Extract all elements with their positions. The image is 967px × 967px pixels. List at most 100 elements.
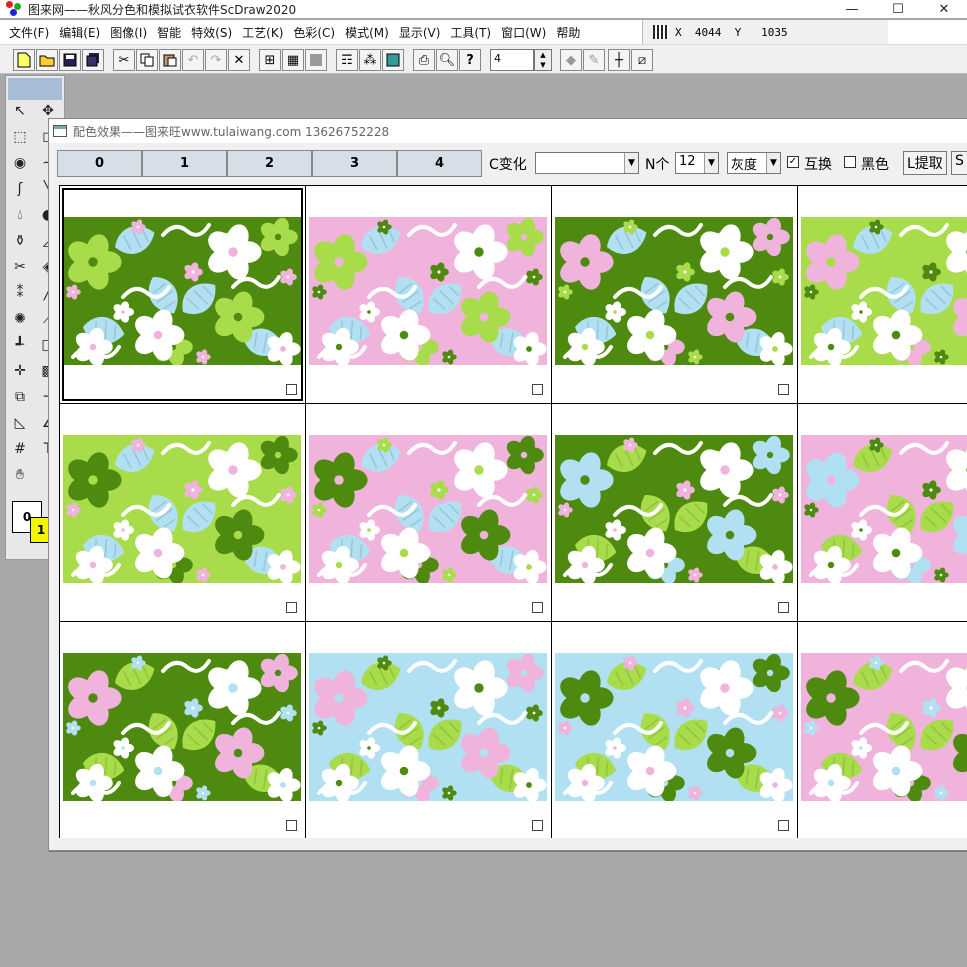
- print-preview-icon[interactable]: 🔍︎: [436, 49, 458, 71]
- close-button[interactable]: ✕: [921, 0, 967, 18]
- color-variant-cell[interactable]: [306, 186, 552, 404]
- crosshair-icon[interactable]: ┼: [608, 49, 630, 71]
- pattern-preview[interactable]: [309, 217, 547, 365]
- minimize-button[interactable]: —: [829, 0, 875, 18]
- color-variant-cell[interactable]: [552, 622, 798, 838]
- variant-checkbox[interactable]: [778, 384, 789, 395]
- pin-icon[interactable]: ┹: [10, 334, 30, 356]
- maximize-button[interactable]: ☐: [875, 0, 921, 18]
- c-change-select[interactable]: ▼: [535, 152, 639, 174]
- segment-2[interactable]: 2: [227, 150, 312, 177]
- move-cross-icon[interactable]: ✛: [10, 360, 30, 382]
- filter-icon[interactable]: ☶: [336, 49, 358, 71]
- print-icon[interactable]: ⎙: [413, 49, 435, 71]
- copy-icon[interactable]: [136, 49, 158, 71]
- child-title-bar[interactable]: 配色效果——图来旺www.tulaiwang.com 13626752228: [49, 119, 967, 143]
- ruler-icon[interactable]: ◺: [10, 412, 30, 434]
- menu-craft[interactable]: 工艺(K): [237, 24, 288, 41]
- segment-0[interactable]: 0: [57, 150, 142, 177]
- scatter-icon[interactable]: ⁂: [359, 49, 381, 71]
- s-button[interactable]: S: [951, 151, 967, 175]
- eye-icon[interactable]: ◉: [10, 152, 30, 174]
- pattern-preview[interactable]: [555, 653, 793, 801]
- extract-button[interactable]: L提取: [903, 151, 947, 175]
- color-variant-cell[interactable]: [306, 404, 552, 622]
- save-all-icon[interactable]: [82, 49, 104, 71]
- monitor-icon[interactable]: [382, 49, 404, 71]
- variant-checkbox[interactable]: [286, 384, 297, 395]
- redo-icon[interactable]: ↷: [205, 49, 227, 71]
- menu-window[interactable]: 窗口(W): [496, 24, 551, 41]
- size-spinner[interactable]: ▲ ▼: [534, 49, 552, 71]
- stamp-icon[interactable]: ⚱: [10, 230, 30, 252]
- color-variant-cell[interactable]: [60, 622, 306, 838]
- pattern-preview[interactable]: [801, 435, 967, 583]
- pattern-preview[interactable]: [63, 217, 301, 365]
- size-input[interactable]: 4: [490, 49, 534, 71]
- pattern-preview[interactable]: [801, 217, 967, 365]
- color-variant-cell[interactable]: [552, 186, 798, 404]
- black-checkbox[interactable]: [844, 156, 856, 168]
- menu-file[interactable]: 文件(F): [4, 24, 54, 41]
- segment-1[interactable]: 1: [142, 150, 227, 177]
- pattern-preview[interactable]: [63, 653, 301, 801]
- menu-color[interactable]: 色彩(C): [288, 24, 340, 41]
- color-variant-cell[interactable]: [60, 186, 306, 404]
- variant-checkbox[interactable]: [532, 602, 543, 613]
- menu-effects[interactable]: 特效(S): [186, 24, 237, 41]
- variant-checkbox[interactable]: [532, 820, 543, 831]
- color-variant-cell[interactable]: [306, 622, 552, 838]
- pen-curve-icon[interactable]: ʃ: [10, 178, 30, 200]
- fill-icon[interactable]: [305, 49, 327, 71]
- no-select-icon[interactable]: ⧄: [631, 49, 653, 71]
- paste-icon[interactable]: [159, 49, 181, 71]
- hand-icon[interactable]: ✋︎: [10, 464, 30, 486]
- pattern-preview[interactable]: [309, 435, 547, 583]
- select-arrow-icon[interactable]: ↖: [10, 100, 30, 122]
- delete-icon[interactable]: ✕: [228, 49, 250, 71]
- hash-grid-icon[interactable]: #: [10, 438, 30, 460]
- swap-checkbox[interactable]: ✓: [787, 156, 799, 168]
- pattern-preview[interactable]: [555, 217, 793, 365]
- tool-palette-header[interactable]: [8, 78, 62, 100]
- variant-checkbox[interactable]: [778, 602, 789, 613]
- pattern-preview[interactable]: [555, 435, 793, 583]
- eraser-icon[interactable]: ◆: [560, 49, 582, 71]
- pencil-icon[interactable]: ✎: [583, 49, 605, 71]
- variant-checkbox[interactable]: [532, 384, 543, 395]
- variant-checkbox[interactable]: [286, 820, 297, 831]
- save-icon[interactable]: [59, 49, 81, 71]
- menu-tools[interactable]: 工具(T): [445, 24, 496, 41]
- undo-icon[interactable]: ↶: [182, 49, 204, 71]
- color-variant-cell[interactable]: [552, 404, 798, 622]
- segment-4[interactable]: 4: [397, 150, 482, 177]
- color-variant-cell[interactable]: [798, 622, 967, 838]
- cut-icon[interactable]: ✂: [113, 49, 135, 71]
- menu-image[interactable]: 图像(I): [105, 24, 152, 41]
- pattern-preview[interactable]: [63, 435, 301, 583]
- menu-mode[interactable]: 模式(M): [340, 24, 394, 41]
- pattern-preview[interactable]: [801, 653, 967, 801]
- grid-select-icon[interactable]: ⊞: [259, 49, 281, 71]
- magic-wand-icon[interactable]: ⁑: [10, 282, 30, 304]
- gray-mode-select[interactable]: 灰度 ▼: [727, 152, 781, 174]
- help-icon[interactable]: ?: [459, 49, 481, 71]
- menu-view[interactable]: 显示(V): [394, 24, 446, 41]
- open-folder-icon[interactable]: [36, 49, 58, 71]
- n-count-select[interactable]: 12 ▼: [675, 152, 719, 174]
- pattern-icon[interactable]: ✺: [10, 308, 30, 330]
- variant-checkbox[interactable]: [778, 820, 789, 831]
- pattern-preview[interactable]: [309, 653, 547, 801]
- layers-icon[interactable]: ⧉: [10, 386, 30, 408]
- rect-select-icon[interactable]: ⬚: [10, 126, 30, 148]
- color-variant-cell[interactable]: [798, 186, 967, 404]
- segment-3[interactable]: 3: [312, 150, 397, 177]
- variant-checkbox[interactable]: [286, 602, 297, 613]
- scissors-icon[interactable]: ✂: [10, 256, 30, 278]
- menu-edit[interactable]: 编辑(E): [54, 24, 105, 41]
- drop-icon[interactable]: 💧︎: [10, 204, 30, 226]
- table-icon[interactable]: ▦: [282, 49, 304, 71]
- menu-help[interactable]: 帮助: [551, 24, 585, 41]
- menu-smart[interactable]: 智能: [152, 24, 186, 41]
- color-variant-cell[interactable]: [60, 404, 306, 622]
